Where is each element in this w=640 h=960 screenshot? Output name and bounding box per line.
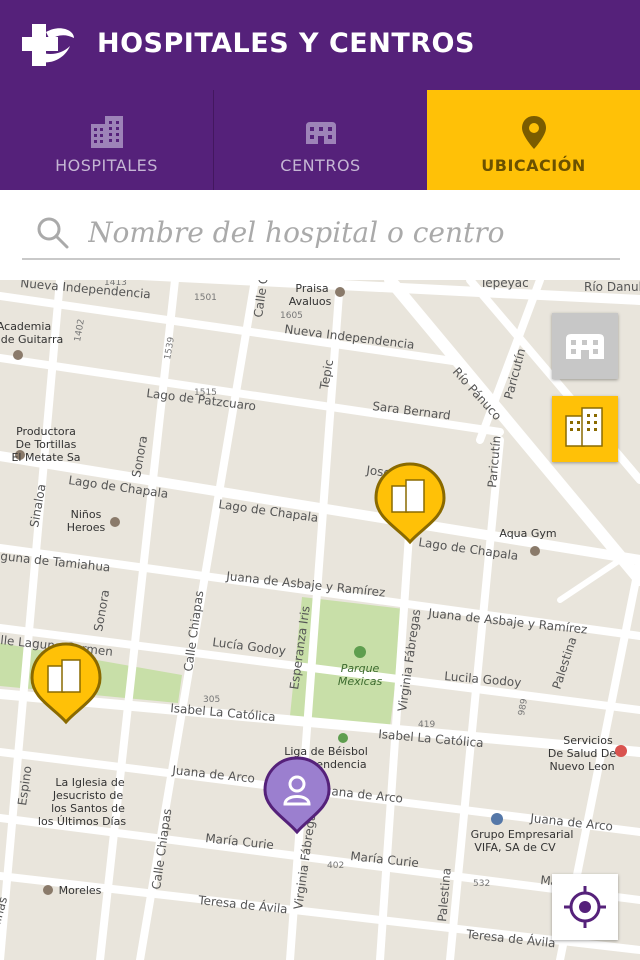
medical-cross-logo-icon: [22, 24, 74, 66]
tab-hospitales-label: HOSPITALES: [55, 156, 158, 175]
my-location-button[interactable]: [552, 874, 618, 940]
tab-ubicacion[interactable]: UBICACIÓN: [427, 90, 640, 190]
house-number: 532: [473, 879, 490, 889]
house-number: 1501: [194, 293, 217, 303]
house-number: 419: [418, 720, 435, 730]
tab-centros[interactable]: CENTROS: [214, 90, 427, 190]
poi-tree-icon: [354, 646, 366, 658]
street-label: Tepeyac: [479, 280, 529, 290]
tab-ubicacion-label: UBICACIÓN: [481, 156, 586, 175]
house-number: 402: [327, 861, 344, 871]
hospitals-filter-button[interactable]: [552, 396, 618, 462]
place-label-productora: Productora De Tortillas El Metate Sa: [11, 425, 80, 464]
poi-park-icon: [338, 733, 348, 743]
map-view[interactable]: Nueva Independencia Nueva Independencia …: [0, 280, 640, 960]
house-number: 1515: [194, 388, 217, 398]
center-building-icon: [305, 122, 336, 144]
house-number: 1605: [280, 311, 303, 321]
place-label-aqua-gym: Aqua Gym: [499, 527, 556, 540]
place-label-moreles: Moreles: [59, 884, 102, 897]
street-label: Río Danub: [584, 280, 640, 294]
house-number: 1413: [104, 280, 127, 288]
search-icon[interactable]: [36, 216, 70, 250]
tab-hospitales[interactable]: HOSPITALES: [0, 90, 213, 190]
poi-school-icon: [110, 517, 120, 527]
poi-gym-icon: [530, 546, 540, 556]
centers-filter-button[interactable]: [552, 313, 618, 379]
poi-hospital-icon: [615, 745, 627, 757]
poi-school-icon: [13, 350, 23, 360]
crosshair-target-icon: [564, 886, 606, 928]
house-number: 305: [203, 695, 220, 705]
poi-place-icon: [335, 287, 345, 297]
poi-business-icon: [491, 813, 503, 825]
tab-bar: HOSPITALES CENTROS UBICACIÓN: [0, 90, 640, 190]
hospital-buildings-icon: [565, 407, 603, 447]
search-input[interactable]: [88, 212, 608, 252]
location-pin-icon: [521, 116, 546, 149]
place-label-praisa: Praisa Avaluos: [289, 282, 332, 308]
place-label-parque: Parque Mexicas: [338, 662, 383, 688]
app-header: HOSPITALES Y CENTROS: [0, 0, 640, 90]
page-title: HOSPITALES Y CENTROS: [97, 28, 475, 59]
place-label-ninos-heroes: Niños Heroes: [67, 508, 106, 534]
hospital-buildings-icon: [90, 116, 123, 148]
tab-centros-label: CENTROS: [280, 156, 361, 175]
center-building-icon: [566, 334, 604, 359]
poi-church-icon: [43, 885, 53, 895]
search-underline: [22, 258, 620, 260]
